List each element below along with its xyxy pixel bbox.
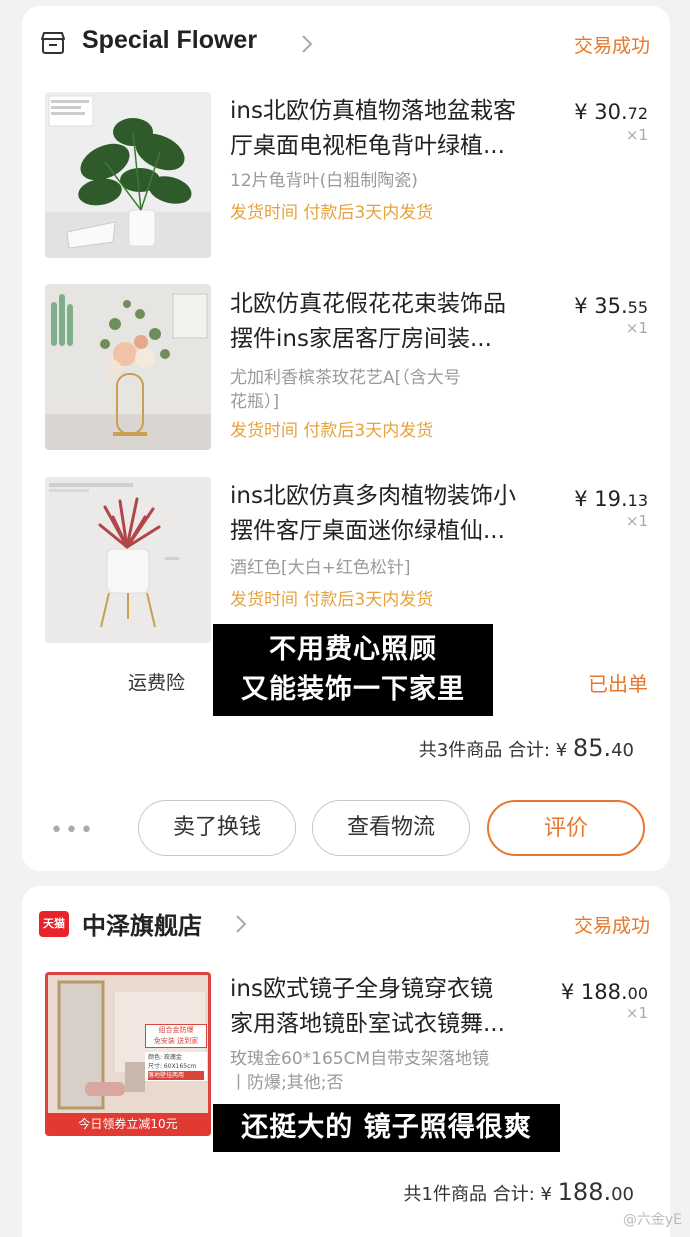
product-price: ¥ 188.00 [560,980,648,1004]
weibo-watermark: @六金yE [622,1212,682,1228]
shop-header[interactable]: Special Flower 交易成功 [22,6,670,82]
product-title[interactable]: ins北欧仿真植物落地盆栽客 厅桌面电视柜龟背叶绿植... [230,94,560,164]
chevron-right-icon [302,35,313,53]
product-quantity: ×1 [625,126,648,144]
tmall-badge-icon: 天猫 [39,911,69,937]
thumb-coupon-banner: 今日领券立减10元 [78,1117,178,1131]
view-logistics-button[interactable]: 查看物流 [312,800,470,856]
shop-header[interactable]: 天猫 中泽旗舰店 交易成功 [22,886,670,962]
product-thumbnail-mirror[interactable]: 组合金防爆 免安装 送到家 颜色: 玫瑰金 尺寸: 60X165cm 落地壁挂两… [45,972,211,1136]
chevron-right-icon [236,915,247,933]
product-price: ¥ 19.13 [574,487,648,511]
order-status: 交易成功 [573,915,650,937]
order-card-zhongze: 天猫 中泽旗舰店 交易成功 组合金防爆 免安装 送到家 颜色: 玫瑰金 尺寸: … [22,886,670,1237]
product-thumbnail-bouquet[interactable] [45,284,211,450]
freight-insurance-status: 已出单 [588,672,648,696]
freight-insurance-label: 运费险 [128,672,186,694]
product-title[interactable]: 北欧仿真花假花花束装饰品 摆件ins家居客厅房间装... [230,287,560,357]
shop-name[interactable]: Special Flower [82,26,257,55]
product-variant: 尤加利香槟茶玫花艺A[（含大号 花瓶）] [230,368,461,412]
caption-overlay: 不用费心照顾 又能装饰一下家里 [213,624,493,716]
product-thumbnail-monstera[interactable] [45,92,211,258]
sell-button[interactable]: 卖了换钱 [138,800,296,856]
order-card-special-flower: Special Flower 交易成功 ins北欧仿真植物落地盆栽客 厅桌面电视… [22,6,670,871]
order-status: 交易成功 [573,35,650,57]
product-price: ¥ 30.72 [574,100,648,124]
product-title[interactable]: ins北欧仿真多肉植物装饰小 摆件客厅桌面迷你绿植仙... [230,479,560,549]
product-variant: 12片龟背叶(白粗制陶瓷) [230,171,418,191]
thumb-spec-tag: 颜色: 玫瑰金 尺寸: 60X165cm 落地壁挂两用 [145,1052,207,1081]
product-quantity: ×1 [625,1004,648,1022]
product-thumbnail-succulent[interactable] [45,477,211,643]
product-quantity: ×1 [625,319,648,337]
product-variant: 酒红色[大白+红色松针] [230,558,411,578]
order-total: 共3件商品 合计: ¥ 85.40 [418,734,634,762]
thumb-promo-tag: 组合金防爆 免安装 送到家 [145,1024,207,1048]
product-quantity: ×1 [625,512,648,530]
shipping-time: 发货时间 付款后3天内发货 [230,421,434,441]
shop-name[interactable]: 中泽旗舰店 [82,906,202,941]
product-title[interactable]: ins欧式镜子全身镜穿衣镜 家用落地镜卧室试衣镜舞... [230,972,560,1042]
caption-overlay: 还挺大的 镜子照得很爽 [213,1104,560,1152]
shipping-time: 发货时间 付款后3天内发货 [230,590,434,610]
store-icon [41,32,65,54]
order-total: 共1件商品 合计: ¥ 188.00 [403,1178,634,1206]
product-price: ¥ 35.55 [574,294,648,318]
more-dots-icon[interactable]: ••• [50,818,95,843]
shipping-time: 发货时间 付款后3天内发货 [230,203,434,223]
review-button[interactable]: 评价 [487,800,645,856]
product-variant: 玫瑰金60*165CM自带支架落地镜 丨防爆;其他;否 [230,1049,490,1093]
